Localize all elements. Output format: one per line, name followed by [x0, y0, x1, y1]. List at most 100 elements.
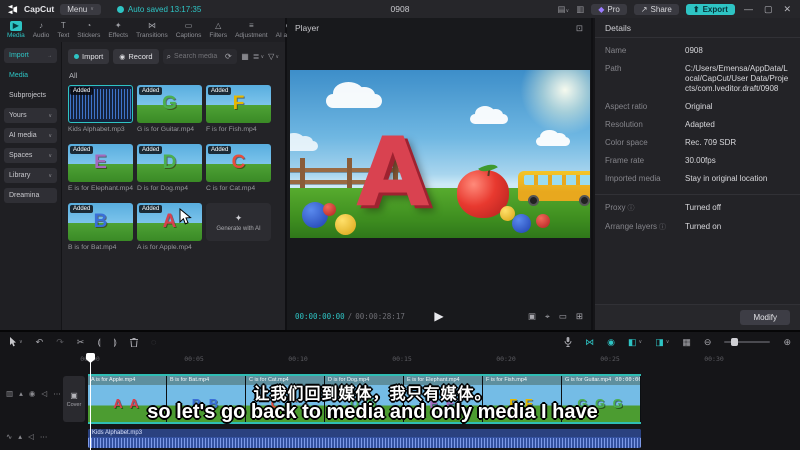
media-item[interactable]: G Added G is for Guitar.mp4: [137, 85, 202, 133]
ruler-label: 00:05: [184, 355, 204, 363]
sidebar-item-subprojects[interactable]: Subprojects: [4, 88, 57, 103]
sidebar-item-ai-media[interactable]: AI media ∨: [4, 128, 57, 143]
redo-icon[interactable]: ↷: [56, 337, 64, 348]
panel-expand-icon[interactable]: ⊡: [576, 23, 583, 34]
tab-text[interactable]: T Text: [53, 21, 73, 39]
sidebar-item-import[interactable]: Import →: [4, 48, 57, 63]
modify-button[interactable]: Modify: [740, 310, 790, 325]
voiceover-icon[interactable]: [564, 337, 572, 347]
tab-transitions[interactable]: ⋈ Transitions: [132, 21, 172, 39]
layout-preset-icon[interactable]: ▤∨: [557, 4, 569, 15]
zoom-out-icon[interactable]: ⊖: [704, 337, 712, 348]
ruler-label: 00:30: [704, 355, 724, 363]
media-item[interactable]: Added Kids Alphabet.mp3: [68, 85, 133, 133]
video-thumbnail[interactable]: F Added: [206, 85, 271, 123]
keyframe-icon[interactable]: ◨ ∨: [655, 337, 669, 348]
tab-audio[interactable]: ♪ Audio: [29, 21, 54, 39]
sticker-icon: ◔: [86, 21, 92, 30]
pro-button[interactable]: ◆ Pro: [591, 3, 627, 15]
tab-stickers[interactable]: ◔ Stickers: [73, 21, 104, 39]
filter-icon[interactable]: ▽ ∨: [268, 52, 279, 61]
track-waveform-icon[interactable]: ∿: [6, 432, 12, 441]
video-thumbnail[interactable]: C Added: [206, 144, 271, 182]
generate-with-ai-card[interactable]: ✦ Generate with AI: [206, 203, 271, 251]
undo-icon[interactable]: ↶: [36, 337, 44, 348]
player-panel: Player ⊡ A 00:00:00:00 / 00:00:28:17 ▶ ▣…: [287, 18, 593, 330]
split-icon[interactable]: ✂: [77, 337, 85, 348]
video-thumbnail[interactable]: B Added: [68, 203, 133, 241]
sidebar-item-spaces[interactable]: Spaces ∨: [4, 148, 57, 163]
app-name: CapCut: [24, 4, 55, 14]
tab-filters[interactable]: △ Filters: [205, 21, 231, 39]
export-button[interactable]: ⬆ Export: [685, 3, 735, 15]
track-more-icon[interactable]: ⋯: [40, 432, 48, 441]
select-tool-icon[interactable]: ∨: [9, 337, 23, 347]
auto-ripple-icon[interactable]: ◉: [607, 337, 615, 348]
refresh-icon[interactable]: ⟳: [225, 52, 232, 61]
cloud-graphic: [290, 132, 318, 151]
search-box[interactable]: ⌕ ⟳: [162, 49, 238, 64]
media-item[interactable]: E Added E is for Elephant.mp4: [68, 144, 133, 192]
sidebar-item-media[interactable]: Media: [4, 68, 57, 83]
video-thumbnail[interactable]: G Added: [137, 85, 202, 123]
sidebar-item-yours[interactable]: Yours ∨: [4, 108, 57, 123]
field-value: Adapted: [685, 120, 715, 129]
media-item-name: E is for Elephant.mp4: [68, 185, 133, 192]
generate-label: Generate with AI: [216, 225, 261, 232]
media-item[interactable]: D Added D is for Dog.mp4: [137, 144, 202, 192]
magnetism-icon[interactable]: ⋈: [585, 337, 594, 348]
media-item[interactable]: F Added F is for Fish.mp4: [206, 85, 271, 133]
video-thumbnail[interactable]: D Added: [137, 144, 202, 182]
grid-view-icon[interactable]: ▦: [241, 52, 249, 61]
focus-icon[interactable]: ⌖: [545, 311, 550, 322]
record-button[interactable]: ◉ Record: [113, 49, 159, 64]
chevron-down-icon: ∨: [48, 112, 52, 119]
tab-effects[interactable]: ✦ Effects: [104, 21, 132, 39]
cloud-graphic: [326, 82, 382, 108]
mirror-icon[interactable]: ▣: [528, 311, 536, 322]
mute-clip-icon[interactable]: ◌: [151, 337, 156, 347]
audio-thumbnail[interactable]: Added: [68, 85, 133, 123]
video-thumbnail[interactable]: E Added: [68, 144, 133, 182]
media-panel: Import ◉Record ⌕ ⟳ ▦ ≣∨ ▽∨ All Added Kid…: [62, 42, 287, 330]
audio-clip[interactable]: Kids Alphabet.mp3: [88, 429, 641, 448]
tab-captions[interactable]: ▭ Captions: [172, 21, 206, 39]
search-input[interactable]: [174, 53, 223, 60]
field-value: Rec. 709 SDR: [685, 138, 737, 147]
preview-axis-icon[interactable]: ▦: [682, 337, 691, 348]
track-lock-icon[interactable]: ▴: [18, 432, 22, 441]
ratio-icon[interactable]: ▭: [559, 311, 567, 322]
layout-toggle-icon[interactable]: ▥: [576, 4, 584, 15]
tab-media[interactable]: ▶ Media: [3, 21, 29, 39]
toggle-value[interactable]: Turned off: [685, 203, 721, 214]
track-mute-icon[interactable]: ◁: [28, 432, 34, 441]
snapping-icon[interactable]: ◧ ∨: [628, 337, 642, 348]
media-item[interactable]: C Added C is for Cat.mp4: [206, 144, 271, 192]
delete-icon[interactable]: [130, 337, 138, 347]
zoom-in-icon[interactable]: ⊕: [783, 337, 791, 348]
trim-right-icon[interactable]: ⟭: [114, 337, 117, 348]
minimize-button[interactable]: —: [742, 4, 755, 14]
tab-adjustment[interactable]: ≡ Adjustment: [231, 21, 272, 39]
field-label: Aspect ratio: [605, 102, 648, 111]
divider: [595, 194, 800, 195]
fullscreen-icon[interactable]: ⊞: [576, 311, 583, 322]
sort-icon[interactable]: ≣ ∨: [253, 52, 264, 61]
play-button[interactable]: ▶: [434, 309, 443, 323]
timeline-zoom-slider[interactable]: [724, 338, 771, 346]
ball-graphic: [335, 213, 356, 235]
menu-button[interactable]: Menu ∨: [60, 3, 101, 15]
sidebar-item-library[interactable]: Library ∨: [4, 168, 57, 183]
close-button[interactable]: ✕: [781, 4, 793, 15]
sidebar-item-dreamina[interactable]: Dreamina: [4, 188, 57, 203]
share-button[interactable]: ↗ Share: [633, 3, 679, 15]
zoom-slider-knob[interactable]: [731, 338, 739, 346]
field-label: Frame rate: [605, 156, 645, 165]
import-button[interactable]: Import: [68, 49, 110, 64]
share-icon: ↗: [640, 4, 648, 14]
trim-left-icon[interactable]: ⟬: [97, 337, 100, 348]
timeline-ruler[interactable]: 00:00 00:05 00:10 00:15 00:20 00:25 00:3…: [0, 353, 800, 365]
toggle-value[interactable]: Turned on: [685, 222, 721, 233]
maximize-button[interactable]: ▢: [762, 4, 775, 15]
media-item[interactable]: B Added B is for Bat.mp4: [68, 203, 133, 251]
